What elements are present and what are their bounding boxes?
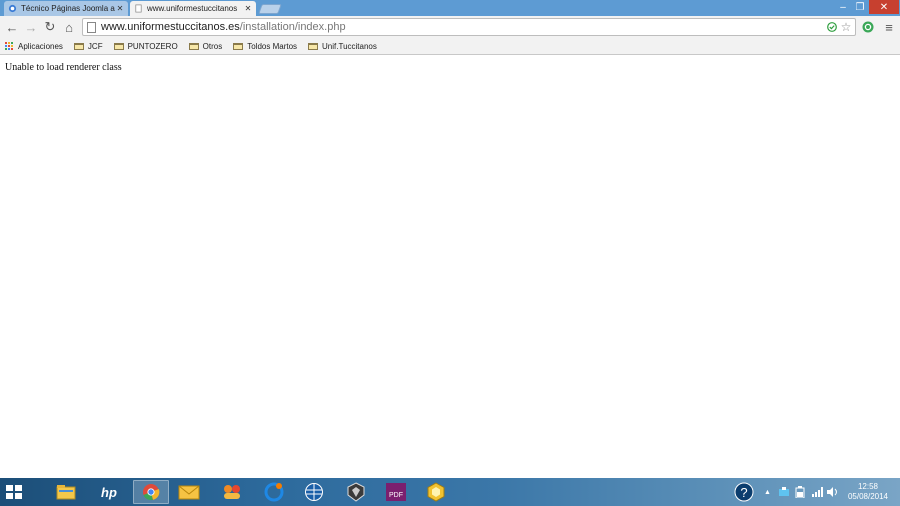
bookmarks-bar: Aplicaciones JCF PUNTOZERO Otros Toldos … [0, 38, 900, 55]
bookmark-label: PUNTOZERO [127, 41, 178, 51]
bookmark-folder-toldos-martos[interactable]: Toldos Martos [233, 42, 297, 51]
network-status-icon[interactable] [778, 478, 790, 506]
bookmark-folder-puntozero[interactable]: PUNTOZERO [113, 41, 178, 51]
apps-grid-icon [5, 41, 14, 51]
mail-icon[interactable] [171, 480, 207, 504]
hexagon-icon[interactable] [418, 480, 454, 504]
clock-date: 05/08/2014 [847, 492, 889, 501]
page-icon [87, 21, 96, 33]
show-hidden-icons-icon[interactable]: ▲ [764, 478, 771, 506]
globe-icon[interactable] [296, 480, 332, 504]
error-message: Unable to load renderer class [5, 62, 122, 73]
address-bar[interactable]: www.uniformestuccitanos.es/installation/… [82, 18, 856, 36]
bookmark-apps[interactable]: Aplicaciones [5, 41, 63, 51]
close-window-button[interactable]: ✕ [869, 0, 899, 14]
tab-title: www.uniformestuccitanos [147, 4, 238, 13]
file-explorer-icon[interactable] [48, 480, 84, 504]
minimize-button[interactable]: ‒ [835, 0, 851, 14]
tab-uniformestuccitanos[interactable]: www.uniformestuccitanos ✕ [130, 1, 256, 16]
back-arrow-icon[interactable]: ← [4, 19, 20, 35]
page-favicon-icon [135, 4, 142, 13]
people-icon[interactable] [214, 480, 250, 504]
help-icon[interactable]: ? [734, 478, 754, 506]
tab-title: Técnico Páginas Joomla a [21, 4, 115, 13]
bookmark-folder-otros[interactable]: Otros [188, 41, 223, 51]
forward-arrow-icon[interactable]: → [23, 19, 39, 35]
home-icon[interactable]: ⌂ [61, 19, 77, 35]
folder-icon [113, 42, 124, 50]
bookmark-folder-jcf[interactable]: JCF [73, 41, 103, 51]
svg-text:?: ? [740, 485, 747, 500]
extension-icon[interactable] [861, 19, 875, 35]
folder-icon [233, 42, 244, 50]
pdf-icon[interactable]: PDF [378, 480, 414, 504]
bookmark-label: Otros [202, 41, 223, 51]
hp-label: hp [101, 484, 117, 500]
bookmark-star-icon[interactable]: ☆ [839, 19, 853, 35]
close-tab-icon[interactable]: ✕ [244, 4, 252, 13]
joomla-favicon-icon [8, 4, 17, 13]
shield-icon[interactable] [338, 480, 374, 504]
reload-icon[interactable]: ↻ [42, 19, 58, 35]
tab-tecnico-paginas[interactable]: Técnico Páginas Joomla a ✕ [4, 1, 128, 16]
url-host: www.uniformestuccitanos.es [101, 21, 240, 33]
chrome-menu-icon[interactable]: ≡ [882, 19, 896, 35]
svg-text:PDF: PDF [389, 492, 403, 499]
folder-icon [188, 42, 199, 50]
power-icon[interactable] [795, 478, 805, 506]
url-path: /installation/index.php [239, 21, 346, 33]
bookmark-label: Toldos Martos [247, 41, 298, 51]
new-tab-button[interactable] [258, 4, 282, 14]
clock-time: 12:58 [857, 482, 879, 491]
bookmark-label: JCF [87, 41, 103, 51]
browser-titlebar: Técnico Páginas Joomla a ✕ www.uniformes… [0, 0, 900, 16]
browser-icon[interactable] [256, 480, 292, 504]
bookmark-label: Aplicaciones [18, 41, 63, 51]
windows-start-icon[interactable] [6, 485, 22, 499]
bookmark-label: Unif.Tuccitanos [322, 41, 377, 51]
bookmark-folder-unif-tuccitanos[interactable]: Unif.Tuccitanos [308, 42, 377, 51]
maximize-button[interactable]: ❐ [852, 0, 868, 14]
close-tab-icon[interactable]: ✕ [116, 4, 124, 13]
signal-strength-icon[interactable] [812, 478, 824, 506]
page-content: Unable to load renderer class [0, 56, 900, 478]
system-clock[interactable]: 12:58 05/08/2014 [844, 482, 892, 502]
folder-icon [308, 42, 319, 50]
volume-icon[interactable] [827, 478, 839, 506]
security-check-icon[interactable] [826, 19, 838, 35]
hp-icon[interactable]: hp [91, 480, 127, 504]
windows-taskbar: hp PDF ? ▲ 12:58 05/08/2014 [0, 478, 900, 506]
folder-icon [73, 42, 84, 50]
chrome-icon[interactable] [133, 480, 169, 504]
